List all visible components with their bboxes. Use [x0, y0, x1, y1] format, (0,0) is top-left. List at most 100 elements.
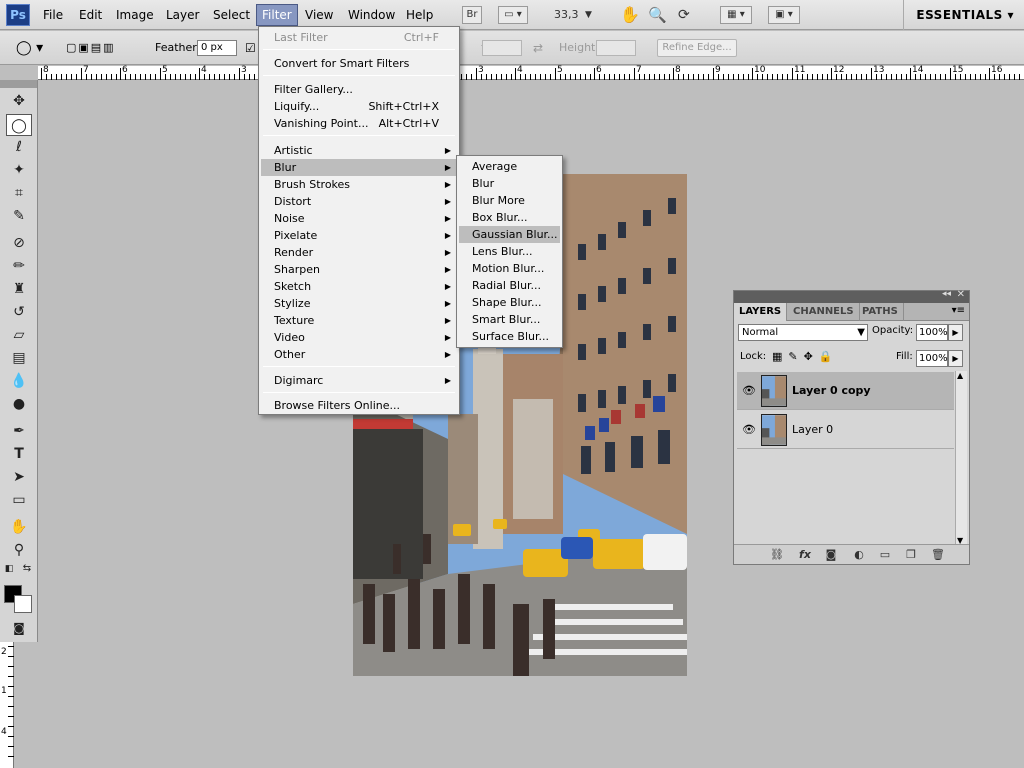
- gradient-tool-icon[interactable]: ▤: [6, 347, 32, 369]
- panel-title-bar[interactable]: ◂◂ ✕: [734, 289, 969, 303]
- swap-dimensions-icon[interactable]: ⇄: [533, 31, 543, 65]
- blur-menu-item[interactable]: Surface Blur...: [459, 328, 560, 345]
- filter-menu-item-blur[interactable]: Blur ▶: [261, 159, 457, 176]
- magic-wand-tool-icon[interactable]: ✦: [6, 159, 32, 181]
- filter-menu-item[interactable]: Filter Gallery...: [261, 81, 457, 98]
- filter-menu-item[interactable]: Vanishing Point... Alt+Ctrl+V: [261, 115, 457, 132]
- lasso-tool-icon[interactable]: ℓ: [6, 136, 32, 158]
- workspace-switcher[interactable]: ESSENTIALS ▾: [903, 0, 1014, 30]
- opacity-input[interactable]: 100%: [916, 324, 948, 341]
- blur-menu-item[interactable]: Motion Blur...: [459, 260, 560, 277]
- vertical-ruler[interactable]: 2 1 4: [0, 642, 14, 768]
- blur-tool-icon[interactable]: 💧: [6, 370, 32, 392]
- bridge-button[interactable]: Br: [462, 6, 482, 24]
- hand-tool-icon[interactable]: ✋: [620, 0, 640, 30]
- shape-tool-icon[interactable]: ▭: [6, 489, 32, 511]
- healing-brush-tool-icon[interactable]: ⊘: [6, 232, 32, 254]
- crop-tool-icon[interactable]: ⌗: [6, 182, 32, 204]
- zoom-tool-icon[interactable]: ⚲: [6, 539, 32, 561]
- blend-mode-select[interactable]: Normal ▼: [738, 324, 868, 341]
- menu-select[interactable]: Select: [208, 0, 255, 30]
- eye-icon[interactable]: 👁: [741, 422, 757, 438]
- rotate-view-icon[interactable]: ⟳: [678, 0, 690, 30]
- elliptical-marquee-preset-icon[interactable]: ◯ ▾: [16, 31, 43, 65]
- filter-menu-item[interactable]: Browse Filters Online...: [261, 397, 457, 414]
- background-color-swatch[interactable]: [14, 595, 32, 613]
- filter-menu-item[interactable]: Other ▶: [261, 346, 457, 363]
- tools-panel-header[interactable]: [0, 80, 37, 88]
- opacity-arrow-icon[interactable]: ▶: [948, 324, 963, 341]
- blur-menu-item[interactable]: Smart Blur...: [459, 311, 560, 328]
- blur-menu-item[interactable]: Blur: [459, 175, 560, 192]
- feather-input[interactable]: 0 px: [197, 40, 237, 56]
- tab-channels[interactable]: CHANNELS: [788, 303, 860, 321]
- scroll-up-icon[interactable]: ▲: [957, 371, 963, 380]
- hand-tool-icon[interactable]: ✋: [6, 516, 32, 538]
- menu-image[interactable]: Image: [111, 0, 159, 30]
- layers-scrollbar[interactable]: ▲ ▼: [955, 371, 967, 545]
- default-colors-icon[interactable]: ◧: [2, 562, 16, 576]
- zoom-dropdown-icon[interactable]: ▼: [585, 0, 592, 30]
- filter-menu-item[interactable]: Artistic ▶: [261, 142, 457, 159]
- filter-menu-item[interactable]: Pixelate ▶: [261, 227, 457, 244]
- new-group-icon[interactable]: ▭: [876, 546, 894, 564]
- menu-file[interactable]: File: [38, 0, 68, 30]
- height-input[interactable]: [596, 40, 636, 56]
- eye-icon[interactable]: 👁: [741, 383, 757, 399]
- layer-row-copy[interactable]: 👁 Layer 0 copy: [737, 372, 954, 410]
- eraser-tool-icon[interactable]: ▱: [6, 324, 32, 346]
- blur-menu-item[interactable]: Radial Blur...: [459, 277, 560, 294]
- tab-layers[interactable]: LAYERS: [734, 303, 788, 321]
- close-panel-icon[interactable]: ✕: [957, 289, 965, 300]
- screen-mode-button[interactable]: ▣ ▾: [768, 6, 800, 24]
- eyedropper-tool-icon[interactable]: ✎: [6, 205, 32, 227]
- type-tool-icon[interactable]: T: [6, 443, 32, 465]
- filter-menu-item[interactable]: Sharpen ▶: [261, 261, 457, 278]
- anti-alias-checkbox[interactable]: ☑: [245, 31, 256, 65]
- lock-icons[interactable]: ▦✎✥🔒: [772, 350, 839, 363]
- fill-input[interactable]: 100%: [916, 350, 948, 367]
- clone-stamp-tool-icon[interactable]: ♜: [6, 278, 32, 300]
- arrange-documents-button[interactable]: ▦ ▾: [720, 6, 752, 24]
- filter-menu-item[interactable]: Convert for Smart Filters: [261, 55, 457, 72]
- blur-menu-item[interactable]: Box Blur...: [459, 209, 560, 226]
- new-layer-icon[interactable]: ❐: [902, 546, 920, 564]
- blur-menu-item[interactable]: Average: [459, 158, 560, 175]
- filter-menu-item[interactable]: Stylize ▶: [261, 295, 457, 312]
- filter-menu-item[interactable]: Noise ▶: [261, 210, 457, 227]
- filter-menu-item[interactable]: Render ▶: [261, 244, 457, 261]
- blur-menu-item-gaussian[interactable]: Gaussian Blur...: [459, 226, 560, 243]
- filter-menu-item[interactable]: Digimarc ▶: [261, 372, 457, 389]
- layer-row-0[interactable]: 👁 Layer 0: [737, 411, 954, 449]
- quick-mask-icon[interactable]: ◙: [6, 617, 32, 639]
- swap-colors-icon[interactable]: ⇆: [20, 562, 34, 576]
- menu-edit[interactable]: Edit: [74, 0, 107, 30]
- layer-mask-icon[interactable]: ◙: [822, 546, 840, 564]
- filter-menu-item[interactable]: Liquify... Shift+Ctrl+X: [261, 98, 457, 115]
- menu-layer[interactable]: Layer: [161, 0, 204, 30]
- zoom-level[interactable]: 33,3: [554, 0, 579, 30]
- adjustment-layer-icon[interactable]: ◐: [850, 546, 868, 564]
- tab-paths[interactable]: PATHS: [857, 303, 904, 321]
- layer-style-icon[interactable]: fx: [796, 546, 814, 564]
- horizontal-ruler[interactable]: 87654321012345678910111213141516: [38, 66, 1024, 80]
- filter-menu-item[interactable]: Distort ▶: [261, 193, 457, 210]
- fill-arrow-icon[interactable]: ▶: [948, 350, 963, 367]
- blur-menu-item[interactable]: Lens Blur...: [459, 243, 560, 260]
- width-input[interactable]: [482, 40, 522, 56]
- history-brush-tool-icon[interactable]: ↺: [6, 301, 32, 323]
- pen-tool-icon[interactable]: ✒: [6, 420, 32, 442]
- selection-mode-icons[interactable]: ▢▣▤▥: [66, 31, 116, 65]
- filter-menu-item[interactable]: Last Filter Ctrl+F: [261, 29, 457, 46]
- dodge-tool-icon[interactable]: ●: [6, 393, 32, 415]
- link-layers-icon[interactable]: ⛓: [768, 546, 786, 564]
- trash-icon[interactable]: 🗑: [929, 546, 947, 564]
- filter-menu-item[interactable]: Sketch ▶: [261, 278, 457, 295]
- blur-menu-item[interactable]: Blur More: [459, 192, 560, 209]
- brush-tool-icon[interactable]: ✏: [6, 255, 32, 277]
- menu-filter[interactable]: Filter: [256, 4, 298, 26]
- filter-menu-item[interactable]: Brush Strokes ▶: [261, 176, 457, 193]
- filter-menu-item[interactable]: Video ▶: [261, 329, 457, 346]
- elliptical-marquee-tool-icon[interactable]: ◯: [6, 114, 32, 136]
- zoom-tool-icon[interactable]: 🔍: [648, 0, 667, 30]
